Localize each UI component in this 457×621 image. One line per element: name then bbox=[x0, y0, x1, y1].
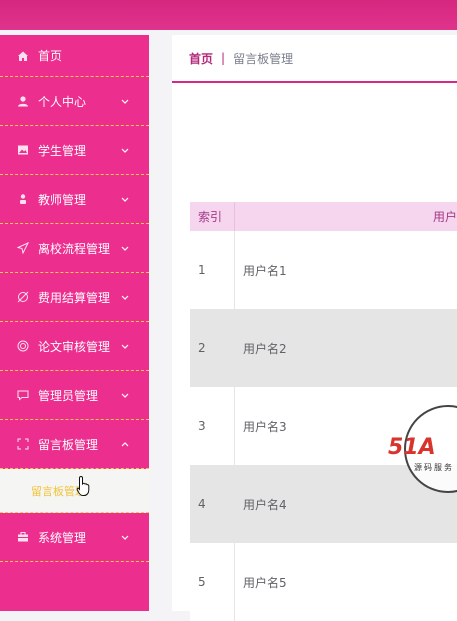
image-icon bbox=[17, 144, 29, 156]
sidebar-item-fee-settlement[interactable]: 费用结算管理 bbox=[0, 273, 149, 322]
top-bar bbox=[0, 0, 457, 30]
column-header-user[interactable]: 用户 bbox=[235, 202, 457, 231]
sidebar-item-label: 个人中心 bbox=[38, 93, 86, 110]
cell-index: 2 bbox=[190, 309, 235, 387]
sidebar-item-label: 教师管理 bbox=[38, 191, 86, 208]
cell-user: 用户名5 bbox=[235, 543, 457, 621]
table-row[interactable]: 5 用户名5 bbox=[190, 543, 457, 621]
table-row[interactable]: 1 用户名1 bbox=[190, 231, 457, 309]
submenu-item-message-board[interactable]: 留言板管理 bbox=[0, 469, 149, 513]
sidebar-item-message-board[interactable]: 留言板管理 bbox=[0, 420, 149, 469]
sidebar-item-home[interactable]: 首页 bbox=[0, 35, 149, 77]
sidebar-item-label: 系统管理 bbox=[38, 529, 86, 546]
breadcrumb-current: 留言板管理 bbox=[233, 50, 293, 67]
circle-icon bbox=[17, 340, 29, 352]
sidebar-item-teachers[interactable]: 教师管理 bbox=[0, 175, 149, 224]
chevron-down-icon bbox=[120, 390, 130, 400]
fullscreen-icon bbox=[17, 438, 29, 450]
sidebar-item-profile[interactable]: 个人中心 bbox=[0, 77, 149, 126]
watermark-sub: 源码服务 bbox=[414, 462, 454, 472]
sidebar-item-label: 费用结算管理 bbox=[38, 289, 110, 306]
cell-index: 1 bbox=[190, 231, 235, 309]
breadcrumb: 首页 | 留言板管理 bbox=[172, 35, 457, 83]
sidebar-item-label: 离校流程管理 bbox=[38, 240, 110, 257]
briefcase-icon bbox=[17, 531, 29, 543]
chevron-down-icon bbox=[120, 96, 130, 106]
chevron-down-icon bbox=[120, 292, 130, 302]
person-icon bbox=[17, 193, 29, 205]
chevron-down-icon bbox=[120, 243, 130, 253]
sidebar-item-label: 论文审核管理 bbox=[38, 338, 110, 355]
chevron-down-icon bbox=[120, 341, 130, 351]
cell-user: 用户名2 bbox=[235, 309, 457, 387]
user-icon bbox=[17, 95, 29, 107]
breadcrumb-separator: | bbox=[221, 51, 225, 65]
watermark-brand: 51A bbox=[388, 435, 436, 460]
table-header-row: 索引 用户 bbox=[190, 202, 457, 231]
sidebar-item-label: 留言板管理 bbox=[38, 436, 98, 453]
table-row[interactable]: 2 用户名2 bbox=[190, 309, 457, 387]
sidebar-item-label: 首页 bbox=[38, 47, 62, 64]
sidebar-item-label: 管理员管理 bbox=[38, 387, 98, 404]
cell-index: 3 bbox=[190, 387, 235, 465]
sidebar-item-admins[interactable]: 管理员管理 bbox=[0, 371, 149, 420]
breadcrumb-home[interactable]: 首页 bbox=[189, 50, 213, 67]
money-icon bbox=[17, 291, 29, 303]
send-icon bbox=[17, 242, 29, 254]
sidebar-item-system[interactable]: 系统管理 bbox=[0, 513, 149, 562]
toolbar-area bbox=[172, 83, 457, 202]
cell-index: 4 bbox=[190, 465, 235, 543]
sidebar-item-label: 学生管理 bbox=[38, 142, 86, 159]
sidebar-item-leave-process[interactable]: 离校流程管理 bbox=[0, 224, 149, 273]
home-icon bbox=[17, 50, 29, 62]
cell-user: 用户名1 bbox=[235, 231, 457, 309]
sidebar-item-thesis-review[interactable]: 论文审核管理 bbox=[0, 322, 149, 371]
chevron-down-icon bbox=[120, 145, 130, 155]
chat-icon bbox=[17, 389, 29, 401]
chevron-down-icon bbox=[120, 194, 130, 204]
watermark-logo: 51A 源码服务 bbox=[388, 404, 457, 494]
hand-cursor-icon bbox=[76, 475, 92, 500]
column-header-index[interactable]: 索引 bbox=[190, 202, 235, 231]
chevron-up-icon bbox=[120, 439, 130, 449]
sidebar: 首页 个人中心 学生管理 教师管理 离校流程管理 费用结算管理 bbox=[0, 35, 149, 611]
main-content: 首页 | 留言板管理 索引 用户 1 用户名1 2 用户名2 3 用户名3 bbox=[172, 35, 457, 611]
sidebar-item-students[interactable]: 学生管理 bbox=[0, 126, 149, 175]
cell-index: 5 bbox=[190, 543, 235, 621]
chevron-down-icon bbox=[120, 532, 130, 542]
